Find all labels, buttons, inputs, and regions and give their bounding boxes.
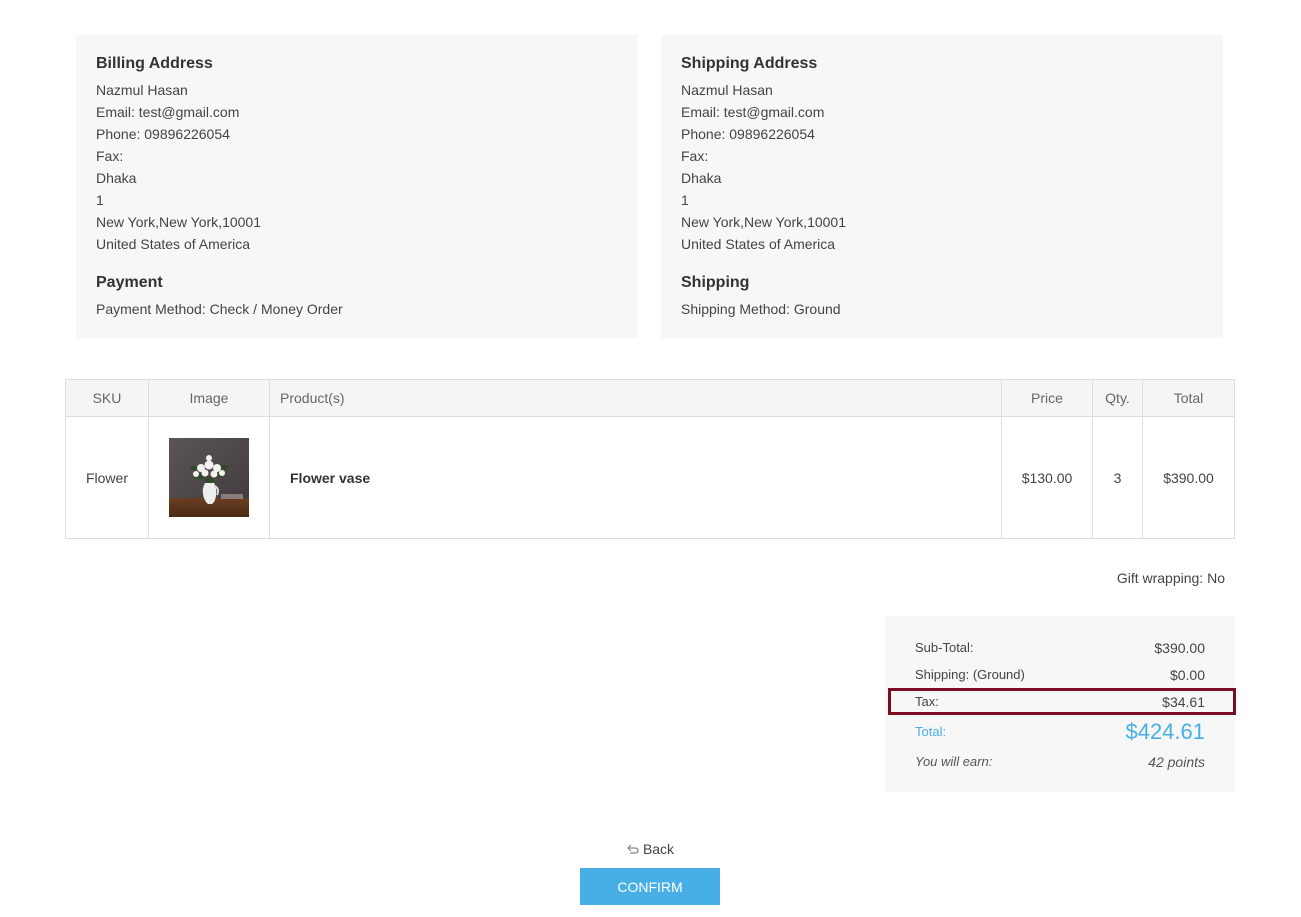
billing-name: Nazmul Hasan [96, 82, 188, 98]
subtotal-value: $390.00 [1154, 639, 1205, 656]
table-header-row: SKU Image Product(s) Price Qty. Total [65, 379, 1235, 417]
tax-label: Tax: [915, 694, 939, 709]
billing-phone: Phone: 09896226054 [96, 126, 230, 142]
subtotal-label: Sub-Total: [915, 640, 974, 655]
checkout-confirm-page: Billing Address Nazmul Hasan Email: test… [0, 0, 1301, 917]
shipping-fax: Fax: [681, 148, 709, 164]
column-header-sku: SKU [65, 379, 149, 417]
billing-email: Email: test@gmail.com [96, 104, 240, 120]
flower-vase-image [169, 438, 249, 517]
cell-sku: Flower [65, 416, 149, 539]
reward-points-label: You will earn: [915, 754, 993, 769]
confirm-button[interactable]: CONFIRM [580, 868, 720, 905]
table-row: Flower Flower vase $130.00 3 $390.00 [65, 416, 1235, 539]
reward-points-row: You will earn: 42 points [915, 748, 1205, 775]
back-label[interactable]: Back [643, 841, 674, 857]
subtotal-row: Sub-Total: $390.00 [915, 634, 1205, 661]
payment-title: Payment [96, 274, 163, 291]
shipping-address1: Dhaka [681, 170, 722, 186]
shipping-method-title: Shipping [681, 274, 750, 291]
column-header-image: Image [148, 379, 270, 417]
billing-fax: Fax: [96, 148, 124, 164]
billing-country: United States of America [96, 236, 251, 252]
column-header-total: Total [1142, 379, 1235, 417]
billing-address-title: Billing Address [96, 55, 213, 72]
shipping-city-state-zip: New York,New York,10001 [681, 214, 846, 230]
shipping-email: Email: test@gmail.com [681, 104, 825, 120]
order-items-table: SKU Image Product(s) Price Qty. Total Fl… [65, 379, 1235, 539]
payment-method: Payment Method: Check / Money Order [96, 301, 343, 317]
grand-total-row: Total: $424.61 [915, 715, 1205, 748]
shipping-address-title: Shipping Address [681, 55, 818, 72]
cell-price: $130.00 [1001, 416, 1093, 539]
shipping-address-panel: Shipping Address Nazmul Hasan Email: tes… [661, 35, 1223, 338]
tax-row: Tax: $34.61 [888, 688, 1236, 715]
flower-vase-photo [169, 438, 249, 517]
return-arrow-icon [627, 844, 639, 854]
billing-address-panel: Billing Address Nazmul Hasan Email: test… [76, 35, 638, 338]
cell-total: $390.00 [1142, 416, 1235, 539]
shipping-name: Nazmul Hasan [681, 82, 773, 98]
shipping-method: Shipping Method: Ground [681, 301, 841, 317]
column-header-qty: Qty. [1092, 379, 1143, 417]
reward-points-value: 42 points [1148, 753, 1205, 770]
billing-address1: Dhaka [96, 170, 137, 186]
cell-image [148, 416, 270, 539]
grand-total-label: Total: [915, 724, 947, 739]
billing-address2: 1 [96, 192, 104, 208]
shipping-cost-label: Shipping: (Ground) [915, 667, 1025, 682]
shipping-country: United States of America [681, 236, 836, 252]
grand-total-value: $424.61 [1125, 718, 1205, 744]
cell-product-name: Flower vase [269, 416, 1002, 539]
shipping-address2: 1 [681, 192, 689, 208]
column-header-price: Price [1001, 379, 1093, 417]
order-totals-panel: Sub-Total: $390.00 Shipping: (Ground) $0… [885, 616, 1236, 792]
shipping-cost-row: Shipping: (Ground) $0.00 [915, 661, 1205, 688]
gift-wrapping-status: Gift wrapping: No [1116, 570, 1225, 586]
back-link[interactable]: Back [627, 841, 674, 857]
cell-qty: 3 [1092, 416, 1143, 539]
tax-value: $34.61 [1162, 693, 1205, 710]
column-header-products: Product(s) [269, 379, 1002, 417]
back-link-container: Back [0, 841, 1301, 857]
shipping-cost-value: $0.00 [1169, 666, 1205, 683]
shipping-phone: Phone: 09896226054 [681, 126, 815, 142]
billing-city-state-zip: New York,New York,10001 [96, 214, 261, 230]
